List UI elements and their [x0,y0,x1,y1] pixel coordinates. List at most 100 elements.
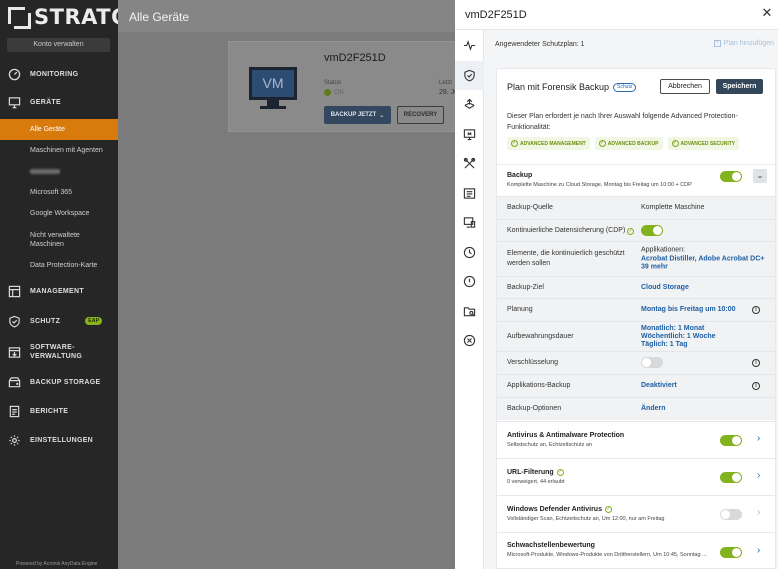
cancel-circle-icon[interactable] [455,326,484,356]
backup-title: Backup [507,172,533,179]
feature-tags: ✓ ADVANCED MANAGEMENT ✓ ADVANCED BACKUP ✓ A… [507,137,740,150]
plan-header: Plan mit Forensik Backup Schutz Abbreche… [497,69,775,102]
chevron-right-icon[interactable]: › [757,433,760,444]
antivirus-toggle[interactable] [720,435,742,446]
add-plan-button[interactable]: + Plan hinzufügen [713,40,774,47]
feature-tag-management: ✓ ADVANCED MANAGEMENT [507,137,590,150]
info-icon[interactable]: i [752,306,760,314]
sidebar-item-redacted[interactable] [0,161,118,182]
chevron-right-icon[interactable]: › [757,507,760,518]
setting-encryption[interactable]: Verschlüsselung i [497,351,775,374]
sidebar-item-backup-storage[interactable]: BACKUP STORAGE [0,368,118,397]
chevron-right-icon[interactable]: › [757,470,760,481]
sidebar-item-software-management[interactable]: SOFTWARE- VERWALTUNG [0,336,118,368]
url-filtering-toggle[interactable] [720,472,742,483]
strato-logo-icon [8,7,31,29]
backup-module[interactable]: Backup Komplette Maschine zu Cloud Stora… [497,164,775,196]
recovery-icon[interactable] [455,90,484,120]
gauge-icon [8,68,21,81]
check-circle-icon: ✓ [511,140,518,147]
gear-icon [8,434,21,447]
sidebar-item-data-protection-map[interactable]: Data Protection-Karte [0,255,118,276]
backup-settings: Backup-Quelle Komplette Maschine Kontinu… [497,196,775,420]
vulnerability-toggle[interactable] [720,547,742,558]
monitor-icon [8,96,21,109]
setting-backup-source[interactable]: Backup-Quelle Komplette Maschine [497,196,775,219]
sidebar: STRATO Konto verwalten MONITORING GERÄTE… [0,0,129,569]
cdp-toggle[interactable] [641,225,663,236]
cancel-button[interactable]: Abbrechen [660,79,710,94]
info-icon[interactable]: i [752,359,760,367]
sidebar-item-devices[interactable]: GERÄTE [0,85,118,119]
main-content: Alle Geräte VM vmD2F251D Status OK Letzt… [118,0,468,569]
setting-application-backup[interactable]: Applikations-Backup Deaktiviert i [497,374,775,397]
setting-backup-target[interactable]: Backup-Ziel Cloud Storage [497,276,775,298]
protection-shield-icon[interactable] [455,60,484,90]
software-icon [8,346,21,359]
status-value: OK [324,89,344,96]
plan-topbar: Angewendeter Schutzplan: 1 + Plan hinzuf… [484,30,778,60]
report-icon [8,405,21,418]
vm-icon-base [260,106,286,109]
sidebar-item-reports[interactable]: BERICHTE [0,397,118,426]
sidebar-item-all-devices[interactable]: Alle Geräte [0,119,118,140]
check-circle-icon: ✓ [671,140,679,147]
sidebar-item-unmanaged-machines[interactable]: Nicht verwaltete Maschinen [0,224,118,255]
status-ok-icon [324,89,331,96]
close-icon[interactable]: ✕ [760,6,774,20]
folder-search-icon[interactable] [455,297,484,327]
strato-logo[interactable]: STRATO [8,5,129,29]
setting-cdp-elements[interactable]: Elemente, die kontinuierlich geschützt w… [497,241,775,276]
panel-icon-strip [455,30,484,569]
device-name: vmD2F251D [324,52,386,64]
alert-icon[interactable] [455,267,484,297]
panel-header: vmD2F251D ✕ [455,0,778,30]
device-details-panel: vmD2F251D ✕ Angewendeter Schutzplan: 1 +… [455,0,778,569]
sidebar-item-machines-with-agents[interactable]: Maschinen mit Agenten [0,140,118,161]
module-antivirus[interactable]: Antivirus & Antimalware Protection Selbs… [497,421,775,458]
sidebar-item-management[interactable]: MANAGEMENT [0,277,118,306]
sidebar-item-google-workspace[interactable]: Google Workspace [0,203,118,224]
remote-desktop-icon[interactable] [455,120,484,150]
status-label: Status [324,80,342,86]
sidebar-nav: MONITORING GERÄTE Alle Geräte Maschinen … [0,64,118,455]
chevron-right-icon[interactable]: › [757,545,760,556]
chevron-down-icon[interactable]: ⌄ [753,169,767,183]
encryption-toggle[interactable] [641,357,663,368]
info-icon[interactable]: i [752,382,760,390]
setting-schedule[interactable]: Planung Montag bis Freitag um 10:00 i [497,298,775,321]
backup-now-button[interactable]: BACKUP JETZT ⌄ [324,106,391,124]
panel-title: vmD2F251D [465,9,527,21]
sidebar-item-protection[interactable]: SCHUTZ EAP [0,306,118,336]
recovery-button[interactable]: RECOVERY [397,106,444,124]
sidebar-item-microsoft-365[interactable]: Microsoft 365 [0,182,118,203]
module-vulnerability-assessment[interactable]: Schwachstellenbewertung Microsoft-Produk… [497,532,775,568]
setting-backup-options[interactable]: Backup-Optionen Ändern [497,397,775,420]
storage-icon [8,376,21,389]
backup-subtitle: Komplette Maschine zu Cloud Storage, Mon… [507,182,692,188]
vm-icon: VM [249,67,297,100]
module-url-filtering[interactable]: URL-Filterung ✓ 0 verweigert, 44 erlaubt … [497,458,775,495]
feature-tag-security: ✓ ADVANCED SECURITY [667,137,740,150]
inventory-icon[interactable] [455,179,484,209]
clock-icon[interactable] [455,238,484,268]
devices-icon[interactable] [455,208,484,238]
check-circle-icon: ✓ [556,469,564,476]
protection-plan-card: Plan mit Forensik Backup Schutz Abbreche… [496,68,776,569]
setting-retention[interactable]: Aufbewahrungsdauer Monatlich: 1 Monat Wö… [497,321,775,351]
chevron-down-icon: ⌄ [379,112,385,119]
page-title: Alle Geräte [118,0,455,32]
backup-toggle[interactable] [720,171,742,182]
activity-icon[interactable] [455,31,484,61]
module-windows-defender[interactable]: Windows Defender Antivirus ✓ Vollständige… [497,495,775,532]
plan-name: Plan mit Forensik Backup Schutz [507,82,637,92]
manage-account-button[interactable]: Konto verwalten [7,38,110,52]
device-card[interactable]: VM vmD2F251D Status OK Letzt 29. Ju BACK… [228,41,468,132]
windows-defender-toggle[interactable] [720,509,742,520]
setting-cdp[interactable]: Kontinuierliche Datensicherung (CDP) ✓ [497,219,775,241]
sidebar-item-settings[interactable]: EINSTELLUNGEN [0,426,118,455]
feature-tag-backup: ✓ ADVANCED BACKUP [594,137,663,150]
save-button[interactable]: Speichern [716,79,763,94]
sidebar-item-monitoring[interactable]: MONITORING [0,64,118,85]
tools-icon[interactable] [455,149,484,179]
